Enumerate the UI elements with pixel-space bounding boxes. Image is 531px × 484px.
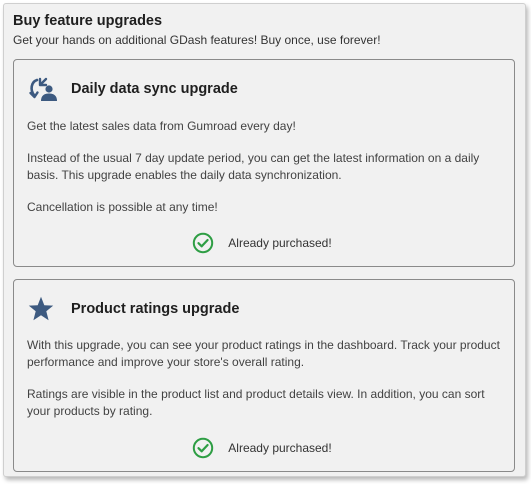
description-paragraph: With this upgrade, you can see your prod… [27, 338, 500, 369]
card-title: Daily data sync upgrade [71, 81, 238, 97]
check-circle-icon [192, 437, 214, 459]
check-circle-icon [192, 232, 214, 254]
description-paragraph: Cancellation is possible at any time! [27, 200, 218, 214]
purchase-status: Already purchased! [14, 232, 514, 254]
card-header: Product ratings upgrade [28, 296, 239, 322]
upgrade-card-product-ratings: Product ratings upgrade With this upgrad… [13, 279, 515, 472]
feature-upgrades-panel: Buy feature upgrades Get your hands on a… [3, 3, 526, 477]
sync-user-icon [28, 76, 58, 102]
panel-title: Buy feature upgrades [13, 13, 163, 29]
purchase-status: Already purchased! [14, 437, 514, 459]
status-label: Already purchased! [228, 441, 332, 455]
card-title: Product ratings upgrade [71, 301, 240, 317]
description-paragraph: Instead of the usual 7 day update period… [27, 151, 480, 182]
status-label: Already purchased! [228, 236, 332, 250]
card-description: Get the latest sales data from Gumroad e… [27, 118, 504, 231]
star-icon [28, 296, 58, 322]
description-paragraph: Ratings are visible in the product list … [27, 387, 485, 418]
upgrade-card-daily-sync: Daily data sync upgrade Get the latest s… [13, 59, 515, 267]
description-paragraph: Get the latest sales data from Gumroad e… [27, 119, 296, 133]
card-description: With this upgrade, you can see your prod… [27, 337, 504, 435]
card-header: Daily data sync upgrade [28, 76, 238, 102]
panel-subtitle: Get your hands on additional GDash featu… [13, 33, 381, 47]
